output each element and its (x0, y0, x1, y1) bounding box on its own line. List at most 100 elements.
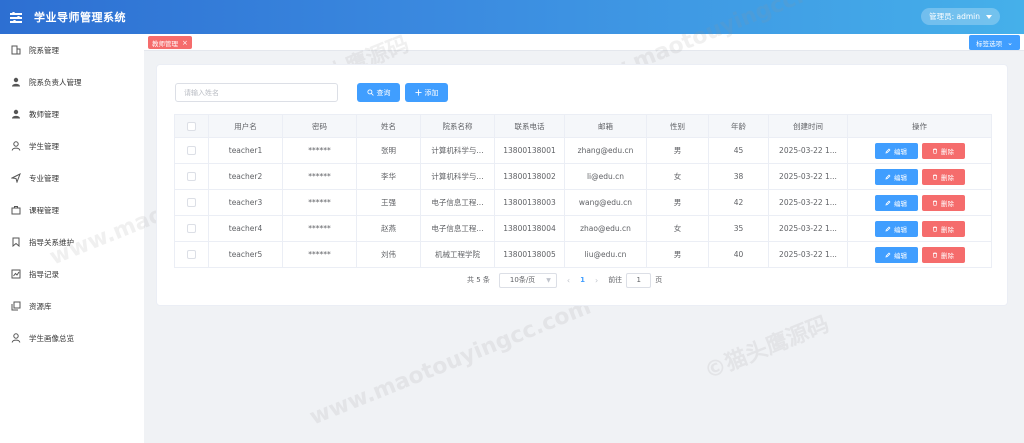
row-checkbox[interactable] (187, 198, 196, 208)
select-all-checkbox[interactable] (187, 121, 196, 131)
delete-button[interactable]: 删除 (921, 142, 965, 159)
sidebar-item-courses[interactable]: 课程管理 (0, 194, 144, 226)
edit-button-label: 编辑 (894, 147, 907, 156)
edit-button[interactable]: 编辑 (874, 246, 918, 263)
row-checkbox[interactable] (187, 146, 196, 156)
row-actions: 编辑 删除 (847, 241, 992, 268)
goto-page-input[interactable]: 1 (626, 272, 652, 288)
edit-button[interactable]: 编辑 (874, 168, 918, 185)
row-checkbox[interactable] (187, 250, 196, 260)
close-icon[interactable]: × (182, 39, 188, 47)
edit-icon (885, 200, 891, 206)
row-checkbox-cell (174, 215, 209, 242)
delete-button-label: 删除 (941, 173, 954, 182)
sidebar-item-teachers[interactable]: 教师管理 (0, 98, 144, 130)
chevron-down-icon: ⌄ (1007, 38, 1013, 47)
sidebar-item-students[interactable]: 学生管理 (0, 130, 144, 162)
tag-options-button[interactable]: 标签选项 ⌄ (969, 35, 1020, 50)
row-checkbox-cell (174, 241, 209, 268)
cell-age: 45 (708, 137, 769, 164)
briefcase-icon (11, 206, 21, 215)
table-row: teacher3 ****** 王强 电子信息工程... 13800138003 wang… (174, 189, 992, 216)
row-checkbox-cell (174, 137, 209, 164)
edit-button-label: 编辑 (894, 251, 907, 260)
delete-button[interactable]: 删除 (921, 194, 965, 211)
chevron-down-icon: ▼ (546, 276, 551, 284)
watermark: ©猫头鹰源码 (699, 306, 833, 385)
menu-toggle-icon[interactable] (10, 12, 22, 23)
cell-password: ****** (282, 241, 357, 268)
column-header: 邮箱 (564, 114, 647, 138)
cell-phone: 13800138002 (494, 163, 565, 190)
row-actions: 编辑 删除 (847, 163, 992, 190)
chart-icon (11, 269, 21, 279)
prev-page-button[interactable]: ‹ (567, 276, 570, 285)
sidebar-item-label: 资源库 (29, 301, 52, 311)
bookmark-icon (12, 237, 20, 247)
cell-phone: 13800138001 (494, 137, 565, 164)
cell-age: 42 (708, 189, 769, 216)
trash-icon (933, 174, 937, 180)
sidebar-item-guidance-relations[interactable]: 指导关系维护 (0, 226, 144, 258)
next-page-button[interactable]: › (595, 276, 598, 285)
pagination-total: 共 5 条 (467, 276, 490, 284)
cell-username: teacher2 (208, 163, 283, 190)
sidebar-item-label: 教师管理 (29, 109, 59, 119)
sidebar-item-student-profiles[interactable]: 学生画像总览 (0, 322, 144, 354)
row-checkbox[interactable] (187, 172, 196, 182)
row-actions: 编辑 删除 (847, 215, 992, 242)
table-row: teacher5 ****** 刘伟 机械工程学院 13800138005 liu@edu… (174, 241, 992, 268)
tag-teacher-management[interactable]: 教师管理 × (148, 36, 192, 49)
edit-button[interactable]: 编辑 (874, 220, 918, 237)
cell-username: teacher4 (208, 215, 283, 242)
sidebar-item-guidance-records[interactable]: 指导记录 (0, 258, 144, 290)
sidebar-item-majors[interactable]: 专业管理 (0, 162, 144, 194)
cell-dept: 电子信息工程... (420, 189, 495, 216)
delete-button-label: 删除 (941, 251, 954, 260)
column-header: 操作 (847, 114, 992, 138)
row-checkbox[interactable] (187, 224, 196, 234)
add-button-label: 添加 (424, 88, 439, 97)
user-solid-icon (12, 77, 20, 87)
add-button[interactable]: 添加 (405, 83, 448, 102)
paper-plane-icon (11, 173, 21, 183)
sidebar-item-resources[interactable]: 资源库 (0, 290, 144, 322)
current-page-number[interactable]: 1 (580, 276, 585, 284)
sidebar-item-departments[interactable]: 院系管理 (0, 34, 144, 66)
edit-button-label: 编辑 (894, 199, 907, 208)
cell-name: 刘伟 (356, 241, 421, 268)
cell-gender: 男 (646, 241, 709, 268)
trash-icon (933, 252, 937, 258)
edit-button[interactable]: 编辑 (874, 142, 918, 159)
delete-button[interactable]: 删除 (921, 168, 965, 185)
cell-age: 35 (708, 215, 769, 242)
cell-phone: 13800138005 (494, 241, 565, 268)
cell-password: ****** (282, 189, 357, 216)
cell-age: 38 (708, 163, 769, 190)
building-icon (11, 45, 21, 55)
sidebar-item-label: 院系负责人管理 (29, 77, 82, 87)
sidebar-item-label: 课程管理 (29, 205, 59, 215)
column-header: 院系名称 (420, 114, 495, 138)
plus-icon (414, 89, 422, 96)
delete-button[interactable]: 删除 (921, 220, 965, 237)
cell-phone: 13800138004 (494, 215, 565, 242)
table-row: teacher4 ****** 赵燕 电子信息工程... 13800138004 zhao… (174, 215, 992, 242)
cell-name: 张明 (356, 137, 421, 164)
cell-name: 赵燕 (356, 215, 421, 242)
search-button[interactable]: 查询 (357, 83, 400, 102)
watermark-text: ©猫头鹰源码 (701, 312, 833, 385)
page-size-select[interactable]: 10条/页 ▼ (498, 272, 557, 288)
sidebar-item-dept-heads[interactable]: 院系负责人管理 (0, 66, 144, 98)
cell-password: ****** (282, 215, 357, 242)
cell-email: wang@edu.cn (564, 189, 647, 216)
cell-email: zhang@edu.cn (564, 137, 647, 164)
column-header: 密码 (282, 114, 357, 138)
column-header: 性别 (646, 114, 709, 138)
delete-button[interactable]: 删除 (921, 246, 965, 263)
sidebar-item-label: 指导关系维护 (29, 237, 74, 247)
user-menu[interactable]: 管理员: admin (921, 8, 1000, 25)
select-all-checkbox-cell (174, 114, 209, 138)
edit-button[interactable]: 编辑 (874, 194, 918, 211)
name-search-input[interactable] (175, 83, 338, 102)
